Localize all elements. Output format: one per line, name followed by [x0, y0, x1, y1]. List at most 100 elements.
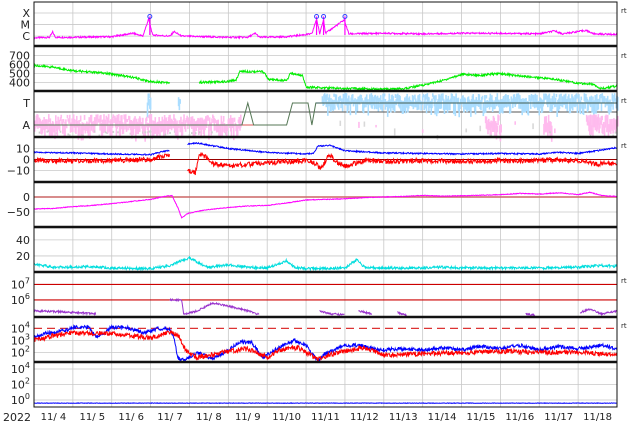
away-point [181, 125, 184, 136]
x-tick-label: 11/18 [583, 412, 612, 423]
away-point [66, 114, 69, 119]
toward-point [335, 94, 338, 104]
away-point [184, 120, 187, 132]
toward-point [481, 95, 484, 100]
toward-point [612, 100, 614, 110]
series-electron-flux-low-0 [33, 323, 618, 363]
scatter-point [117, 131, 119, 134]
away-point [498, 115, 500, 121]
x-start-year-label: 2022 [3, 411, 31, 424]
toward-point [579, 100, 582, 115]
scatter-point [194, 132, 197, 135]
away-point [222, 115, 225, 122]
toward-point [582, 102, 585, 115]
toward-point [332, 100, 335, 111]
away-point [126, 118, 129, 123]
scatter-point [112, 130, 115, 133]
away-point [500, 124, 502, 133]
x-tick-label: 11/ 6 [118, 412, 144, 423]
away-point [107, 114, 110, 123]
toward-point [454, 101, 457, 117]
scatter-point [38, 131, 41, 134]
toward-point [533, 94, 535, 102]
exponent: 2 [25, 377, 30, 386]
away-point [214, 119, 216, 123]
rt-label: rt [621, 322, 627, 330]
away-point [47, 114, 50, 123]
away-point [600, 116, 603, 125]
y-tick-label-proton-flux: 100 [11, 392, 30, 407]
y-tick-label-cyan-index: 40 [16, 234, 30, 247]
scatter-point [67, 133, 70, 136]
toward-point [449, 102, 451, 111]
scatter-point [479, 125, 482, 132]
x-tick-label: 11/ 7 [157, 412, 183, 423]
toward-point [501, 98, 504, 114]
away-point [82, 122, 85, 131]
scatter-point [211, 131, 213, 134]
grid-lines [34, 2, 617, 407]
series-solar-wind-speed-0 [33, 63, 618, 92]
x-tick-label: 11/10 [272, 412, 301, 423]
toward-point [560, 93, 562, 103]
y-tick-label-away: A [22, 119, 30, 132]
scatter-point [549, 131, 551, 134]
away-point [210, 122, 213, 136]
series-cyan-index-0 [33, 256, 618, 272]
exponent: 7 [25, 276, 30, 285]
toward-point [483, 102, 485, 114]
away-point [178, 120, 181, 124]
y-tick-label-dst: −50 [7, 206, 30, 219]
scatter-point [514, 121, 516, 125]
toward-point [591, 100, 593, 113]
series-dst-0 [33, 191, 617, 219]
toward-point [600, 102, 603, 112]
away-point [68, 114, 71, 124]
x-tick-label: 11/12 [350, 412, 379, 423]
rt-label: rt [621, 97, 627, 105]
series-xray-0 [33, 17, 618, 40]
away-point [236, 125, 239, 136]
toward-point [349, 102, 352, 116]
away-point [83, 114, 86, 120]
rt-label: rt [621, 277, 627, 285]
away-point [233, 117, 236, 122]
scatter-point [554, 128, 556, 134]
away-point [550, 125, 553, 142]
toward-point [355, 101, 357, 115]
y-tick-label-xray: C [22, 30, 30, 43]
exponent: 4 [25, 361, 30, 370]
toward-point [611, 93, 614, 102]
x-tick-label: 11/13 [389, 412, 418, 423]
y-tick-label-toward: T [22, 97, 30, 110]
y-tick-label-electron-flux-low: 102 [11, 344, 30, 359]
y-tick-label-solar-wind-speed: 400 [9, 76, 30, 89]
away-point [208, 117, 211, 125]
series-proton-flux-0 [33, 402, 618, 405]
toward-point [407, 101, 410, 109]
scatter-point [164, 133, 167, 136]
away-point [226, 125, 229, 132]
toward-point [527, 101, 530, 116]
toward-point [566, 99, 569, 112]
toward-point [367, 102, 370, 116]
axis-labels: 11/ 4 11/ 5 11/ 6 11/ 7 11/ 8 11/ 9 11/10 11/11… [7, 7, 627, 423]
exponent: 0 [25, 392, 30, 401]
toward-point [575, 93, 578, 99]
toward-point [558, 94, 561, 110]
scatter-point [148, 130, 150, 133]
x-tick-label: 11/16 [505, 412, 534, 423]
away-point [222, 121, 224, 132]
toward-point [378, 97, 380, 102]
away-point [591, 115, 593, 127]
scatter-point [149, 130, 152, 133]
scatter-point [375, 124, 377, 128]
toward-point [580, 96, 583, 101]
x-tick-label: 11/ 8 [196, 412, 222, 423]
y-tick-label-dst: 0 [23, 191, 30, 204]
x-tick-label: 11/17 [544, 412, 573, 423]
toward-point [608, 102, 611, 115]
y-tick-label-cyan-index: 20 [16, 250, 30, 263]
exponent: 2 [25, 344, 30, 353]
toward-point [339, 95, 342, 102]
